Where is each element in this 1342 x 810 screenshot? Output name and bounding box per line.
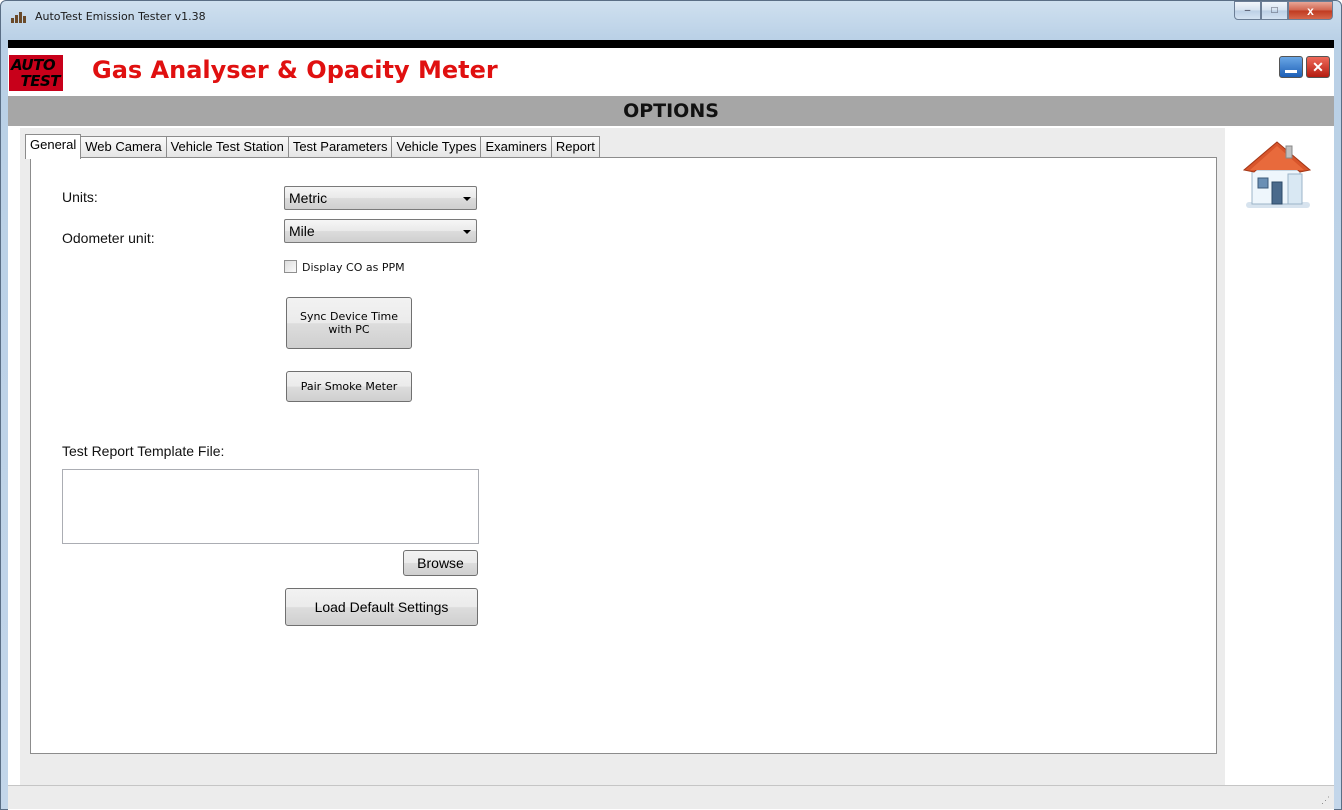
app-close-button[interactable]: ✕ <box>1306 56 1330 78</box>
top-divider <box>8 40 1334 48</box>
resize-grip-icon[interactable]: ⋰ <box>1321 795 1330 806</box>
test-report-template-label: Test Report Template File: <box>62 443 225 459</box>
status-bar: ⋰ <box>8 785 1334 809</box>
app-icon <box>11 11 27 23</box>
tab-report[interactable]: Report <box>550 136 600 158</box>
app-minimize-button[interactable] <box>1279 56 1303 78</box>
load-default-settings-button[interactable]: Load Default Settings <box>285 588 478 626</box>
sync-device-time-button[interactable]: Sync Device Time with PC <box>286 297 412 349</box>
window-controls: – □ x <box>1234 1 1333 20</box>
window-minimize-button[interactable]: – <box>1234 1 1261 20</box>
pair-smoke-meter-button[interactable]: Pair Smoke Meter <box>286 371 412 402</box>
odometer-unit-select-value: Mile <box>289 223 315 239</box>
units-select-value: Metric <box>289 190 328 206</box>
browse-button[interactable]: Browse <box>403 550 478 576</box>
odometer-unit-select[interactable]: Mile <box>284 219 477 243</box>
window-maximize-button[interactable]: □ <box>1261 1 1288 20</box>
app-title: Gas Analyser & Opacity Meter <box>92 56 498 84</box>
tab-general[interactable]: General <box>25 134 82 159</box>
options-title-bar: OPTIONS <box>8 96 1334 126</box>
title-bar: AutoTest Emission Tester v1.38 – □ x <box>1 1 1341 41</box>
logo-line2: TEST <box>20 72 60 90</box>
units-select[interactable]: Metric <box>284 186 477 210</box>
display-co-ppm-label[interactable]: Display CO as PPM <box>302 261 405 274</box>
app-window-buttons: ✕ <box>1279 56 1330 78</box>
chevron-down-icon <box>463 197 471 201</box>
odometer-unit-label: Odometer unit: <box>62 230 155 246</box>
tab-examiners[interactable]: Examiners <box>480 136 552 158</box>
options-tabstrip: General Web Camera Vehicle Test Station … <box>25 134 600 159</box>
chevron-down-icon <box>463 230 471 234</box>
tab-web-camera[interactable]: Web Camera <box>80 136 167 158</box>
window-close-button[interactable]: x <box>1288 1 1333 20</box>
tab-vehicle-test-station[interactable]: Vehicle Test Station <box>165 136 289 158</box>
window-title: AutoTest Emission Tester v1.38 <box>35 10 206 23</box>
tab-test-parameters[interactable]: Test Parameters <box>287 136 393 158</box>
minimize-icon <box>1285 70 1297 73</box>
tab-vehicle-types[interactable]: Vehicle Types <box>391 136 482 158</box>
units-label: Units: <box>62 189 98 205</box>
test-report-template-field[interactable] <box>62 469 479 544</box>
autotest-logo: AUTO TEST <box>9 55 63 91</box>
display-co-ppm-checkbox[interactable] <box>284 260 297 273</box>
home-icon[interactable] <box>1240 140 1314 210</box>
